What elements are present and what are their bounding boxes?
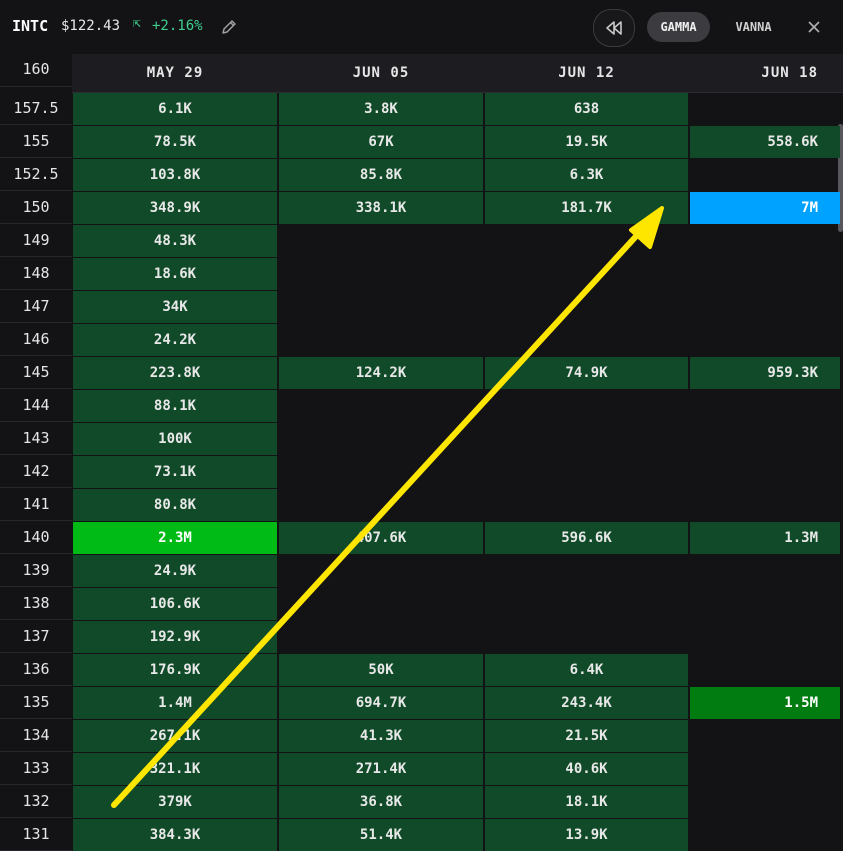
grid-cell[interactable]: 223.8K [73,357,277,389]
price-change: +2.16% [152,18,203,34]
grid-cell[interactable]: 267.1K [73,720,277,752]
grid-cell[interactable]: 103.8K [73,159,277,191]
grid-cell[interactable]: 638 [485,93,688,125]
grid-cell[interactable]: 243.4K [485,687,688,719]
grid-cell[interactable]: 51.4K [279,819,483,851]
strike-label: 142 [0,455,72,488]
grid-cell[interactable]: 321.1K [73,753,277,785]
grid-cell[interactable]: 80.8K [73,489,277,521]
arrow-up-left-icon: ⇱ [133,16,141,31]
grid-cell[interactable]: 181.7K [485,192,688,224]
column-header-jun-18[interactable]: JUN 18 [690,54,840,92]
grid-cell[interactable]: 24.2K [73,324,277,356]
grid-cell[interactable]: 50K [279,654,483,686]
grid-cell[interactable]: 596.6K [485,522,688,554]
grid-cell[interactable]: 558.6K [690,126,840,158]
strike-label: 138 [0,587,72,620]
grid-cell[interactable]: 41.3K [279,720,483,752]
grid-cell[interactable]: 348.9K [73,192,277,224]
grid-cell[interactable]: 100K [73,423,277,455]
grid-cell[interactable]: 34K [73,291,277,323]
strike-label: 148 [0,257,72,290]
strike-label: 135 [0,686,72,719]
grid-cell[interactable]: 384.3K [73,819,277,851]
strike-label: 134 [0,719,72,752]
column-header-may-29[interactable]: MAY 29 [73,54,277,92]
grid-cell[interactable]: 74.9K [485,357,688,389]
strike-label: 149 [0,224,72,257]
strike-label: 144 [0,389,72,422]
grid-cell[interactable]: 19.5K [485,126,688,158]
grid-cell[interactable]: 1.5M [690,687,840,719]
strike-label: 147 [0,290,72,323]
grid-cell[interactable]: 176.9K [73,654,277,686]
grid-cell[interactable]: 40.6K [485,753,688,785]
column-header-jun-12[interactable]: JUN 12 [485,54,688,92]
grid-cell[interactable]: 13.9K [485,819,688,851]
tab-gamma[interactable]: GAMMA [647,12,710,42]
strike-label: 139 [0,554,72,587]
strike-label: 143 [0,422,72,455]
strike-column: 160 157.5 155 152.5 150 149 148 147 146 145 144 143… [0,54,72,851]
grid-cell[interactable]: 18.6K [73,258,277,290]
grid-cell[interactable]: 48.3K [73,225,277,257]
strike-label: 137 [0,620,72,653]
grid-cell[interactable]: 124.2K [279,357,483,389]
toolbar: INTC $122.43 ⇱ +2.16% GAMMA VANNA [0,0,843,54]
close-icon[interactable] [804,17,824,37]
grid-cell[interactable]: 694.7K [279,687,483,719]
grid-cell[interactable]: 88.1K [73,390,277,422]
tab-vanna[interactable]: VANNA [722,12,785,42]
grid-cell[interactable]: 6.4K [485,654,688,686]
grid-cell[interactable]: 24.9K [73,555,277,587]
grid-cell[interactable]: 959.3K [690,357,840,389]
grid-cell[interactable]: 338.1K [279,192,483,224]
grid-cell[interactable]: 7M [690,192,840,224]
rewind-button[interactable] [593,9,635,47]
grid-cell[interactable]: 21.5K [485,720,688,752]
grid-cell[interactable]: 3.8K [279,93,483,125]
grid-cell[interactable]: 192.9K [73,621,277,653]
column-header-jun-05[interactable]: JUN 05 [279,54,483,92]
grid-cell[interactable]: 67K [279,126,483,158]
strike-label: 150 [0,191,72,224]
grid-cell[interactable]: 18.1K [485,786,688,818]
gamma-exposure-grid: 160 157.5 155 152.5 150 149 148 147 146 145 144 143… [0,54,843,851]
grid-cell[interactable]: 1.3M [690,522,840,554]
strike-label: 140 [0,521,72,554]
grid-cell[interactable]: 36.8K [279,786,483,818]
strike-label: 131 [0,818,72,851]
grid-cell[interactable]: 106.6K [73,588,277,620]
grid-cell[interactable]: 6.3K [485,159,688,191]
grid-cell[interactable]: 85.8K [279,159,483,191]
strike-label: 132 [0,785,72,818]
grid-cell[interactable]: 6.1K [73,93,277,125]
strike-label: 160 [0,54,72,87]
rewind-icon [606,21,622,35]
strike-label: 133 [0,752,72,785]
grid-cell[interactable]: 2.3M [73,522,277,554]
strike-label: 157.5 [0,92,72,125]
grid-cell[interactable]: 1.4M [73,687,277,719]
grid-cell[interactable]: 407.6K [279,522,483,554]
strike-label: 155 [0,125,72,158]
strike-label: 145 [0,356,72,389]
strike-label: 141 [0,488,72,521]
grid-cell[interactable]: 271.4K [279,753,483,785]
grid-cell[interactable]: 78.5K [73,126,277,158]
grid-cell[interactable]: 73.1K [73,456,277,488]
ticker-symbol: INTC [12,17,49,35]
grid-cell[interactable]: 379K [73,786,277,818]
pencil-icon[interactable] [219,17,239,37]
stock-price: $122.43 [61,18,121,34]
strike-label: 136 [0,653,72,686]
strike-label: 146 [0,323,72,356]
strike-label: 152.5 [0,158,72,191]
